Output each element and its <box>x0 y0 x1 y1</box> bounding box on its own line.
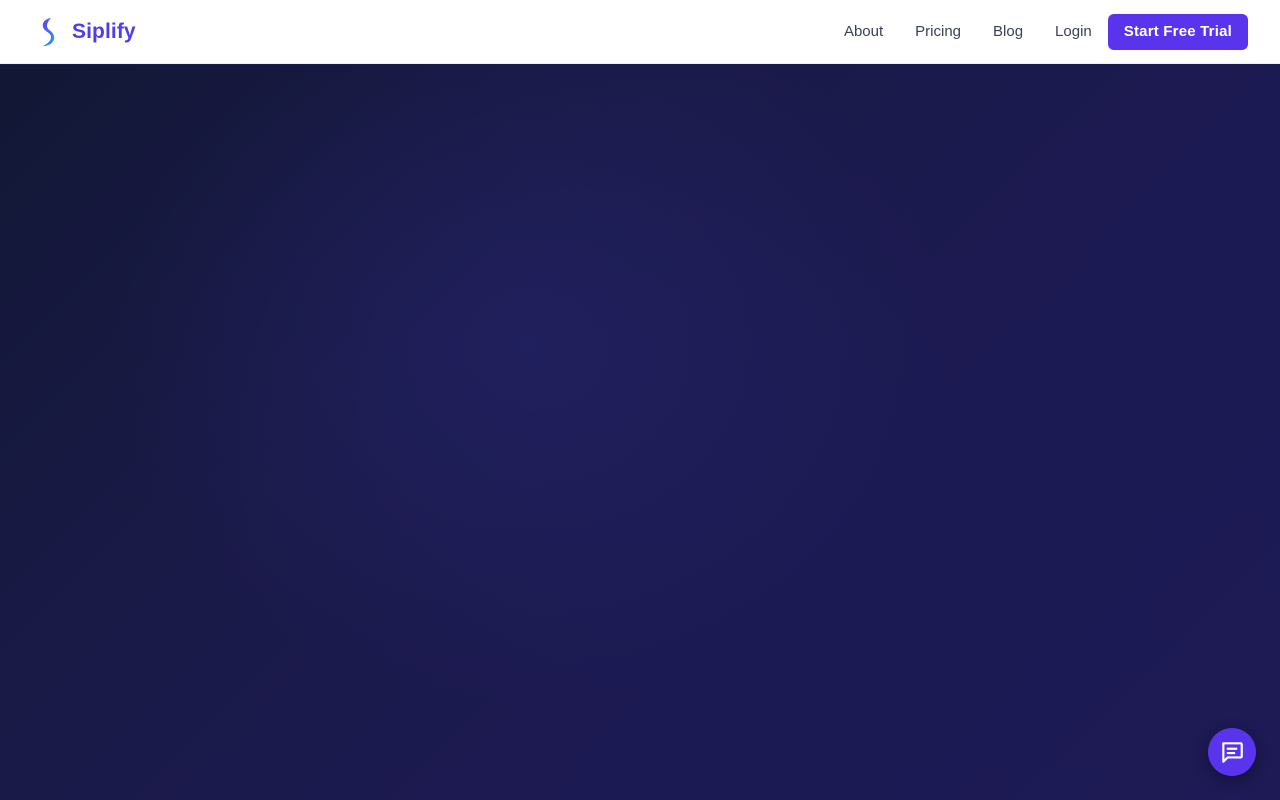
siplify-logo-icon <box>42 17 55 46</box>
nav-link-about[interactable]: About <box>844 23 883 40</box>
nav-link-pricing[interactable]: Pricing <box>915 23 961 40</box>
hero-section <box>0 65 1280 800</box>
nav-link-blog[interactable]: Blog <box>993 23 1023 40</box>
brand-name: Siplify <box>72 19 136 43</box>
page: Siplify About Pricing Blog Login Start F… <box>0 0 1280 800</box>
brand-logo-link[interactable]: Siplify <box>38 17 136 47</box>
top-navbar: Siplify About Pricing Blog Login Start F… <box>0 0 1280 64</box>
start-free-trial-button[interactable]: Start Free Trial <box>1107 13 1248 50</box>
nav-link-login[interactable]: Login <box>1055 23 1092 40</box>
chat-widget-button[interactable] <box>1208 728 1256 776</box>
main-nav: About Pricing Blog Login Start Free Tria… <box>844 13 1248 50</box>
chat-bubble-icon <box>1222 742 1243 763</box>
